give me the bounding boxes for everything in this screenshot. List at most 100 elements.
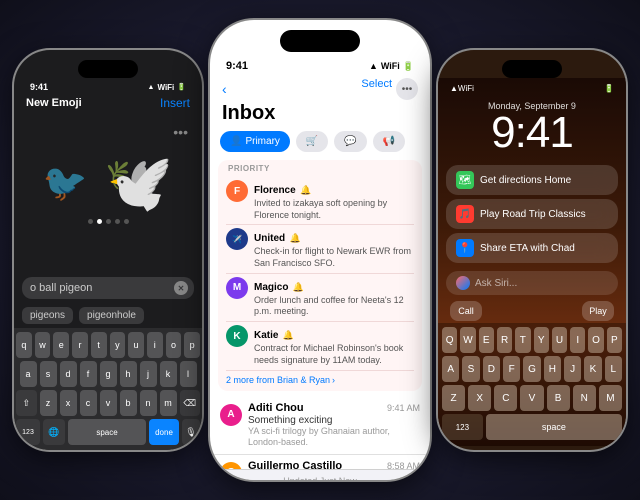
key-m[interactable]: m: [160, 390, 177, 416]
key-a[interactable]: a: [20, 361, 37, 387]
priority-emoji-florence: 🔔: [300, 185, 311, 195]
key-k[interactable]: k: [160, 361, 177, 387]
lk-key-e[interactable]: E: [479, 327, 494, 353]
key-space[interactable]: space: [68, 419, 146, 445]
lk-key-space[interactable]: space: [486, 414, 622, 440]
search-bar[interactable]: o ball pigeon ✕: [22, 277, 194, 299]
siri-eta-label: Share ETA with Chad: [480, 243, 575, 254]
key-n[interactable]: n: [140, 390, 157, 416]
lk-key-f[interactable]: F: [503, 356, 520, 382]
mail-preview-aditi: YA sci-fi trilogy by Ghanaian author, Lo…: [248, 426, 420, 449]
lk-key-i[interactable]: I: [570, 327, 585, 353]
tab-shopping[interactable]: 🛒: [296, 131, 328, 152]
lk-key-m[interactable]: M: [599, 385, 622, 411]
lk-key-r[interactable]: R: [497, 327, 512, 353]
key-e[interactable]: e: [53, 332, 69, 358]
lk-key-123[interactable]: 123: [442, 414, 483, 440]
siri-eta-item[interactable]: 📍 Share ETA with Chad: [446, 233, 618, 263]
lk-key-o[interactable]: O: [588, 327, 603, 353]
suggestion-pigeonhole[interactable]: pigeonhole: [79, 307, 144, 324]
key-backspace[interactable]: ⌫: [180, 390, 201, 416]
key-done[interactable]: done: [149, 419, 179, 445]
key-j[interactable]: j: [140, 361, 157, 387]
key-r[interactable]: r: [72, 332, 88, 358]
mail-list: A Aditi Chou 9:41 AM Something exciting …: [210, 397, 430, 470]
key-mic[interactable]: 🎙: [182, 419, 200, 445]
priority-item-united[interactable]: ✈️ United 🔔 Check-in for flight to Newar…: [226, 225, 414, 273]
lk-row-4: 123 space: [442, 414, 622, 440]
key-u[interactable]: u: [128, 332, 144, 358]
key-q[interactable]: q: [16, 332, 32, 358]
key-123[interactable]: 123: [16, 419, 40, 445]
lk-key-u[interactable]: U: [552, 327, 567, 353]
key-h[interactable]: h: [120, 361, 137, 387]
new-mail-icon[interactable]: ✉️: [401, 478, 418, 481]
priority-item-katie[interactable]: K Katie 🔔 Contract for Michael Robinson'…: [226, 322, 414, 370]
mail-item-guillermo[interactable]: G Guillermo Castillo 8:58 AM Check-in Ne…: [210, 455, 430, 469]
call-control[interactable]: Call: [450, 301, 482, 321]
tab-social[interactable]: 💬: [334, 131, 366, 152]
lk-key-j[interactable]: J: [564, 356, 581, 382]
key-l[interactable]: l: [180, 361, 197, 387]
center-battery: 🔋: [403, 61, 414, 72]
tab-promos[interactable]: 📢: [373, 131, 405, 152]
key-t[interactable]: t: [91, 332, 107, 358]
more-button[interactable]: •••: [396, 78, 418, 100]
key-w[interactable]: w: [35, 332, 51, 358]
mail-item-aditi[interactable]: A Aditi Chou 9:41 AM Something exciting …: [210, 397, 430, 455]
compose-icon[interactable]: ✏️: [222, 478, 239, 481]
key-y[interactable]: y: [110, 332, 126, 358]
lk-key-c[interactable]: C: [494, 385, 517, 411]
key-v[interactable]: v: [100, 390, 117, 416]
priority-item-magico[interactable]: M Magico 🔔 Order lunch and coffee for Ne…: [226, 274, 414, 322]
lk-key-d[interactable]: D: [483, 356, 500, 382]
lk-key-q[interactable]: Q: [442, 327, 457, 353]
siri-music-item[interactable]: 🎵 Play Road Trip Classics: [446, 199, 618, 229]
siri-directions-item[interactable]: 🗺 Get directions Home: [446, 165, 618, 195]
key-f[interactable]: f: [80, 361, 97, 387]
lk-key-x[interactable]: X: [468, 385, 491, 411]
select-button[interactable]: Select: [361, 78, 392, 100]
dot-2: [97, 219, 102, 224]
priority-item-florence[interactable]: F Florence 🔔 Invited to izakaya soft ope…: [226, 177, 414, 225]
lk-key-v[interactable]: V: [520, 385, 543, 411]
key-s[interactable]: s: [40, 361, 57, 387]
dynamic-island-center: [280, 30, 360, 52]
key-i[interactable]: i: [147, 332, 163, 358]
key-b[interactable]: b: [120, 390, 137, 416]
key-g[interactable]: g: [100, 361, 117, 387]
status-bar-left: 9:41 ▲ WiFi 🔋: [14, 78, 202, 94]
key-shift[interactable]: ⇧: [16, 390, 37, 416]
insert-button[interactable]: Insert: [160, 96, 190, 110]
key-z[interactable]: z: [40, 390, 57, 416]
key-emoji[interactable]: 🌐: [43, 419, 65, 445]
lk-key-w[interactable]: W: [460, 327, 475, 353]
lk-key-y[interactable]: Y: [534, 327, 549, 353]
lk-key-p[interactable]: P: [607, 327, 622, 353]
lk-key-b[interactable]: B: [547, 385, 570, 411]
lk-key-t[interactable]: T: [515, 327, 530, 353]
key-p[interactable]: p: [184, 332, 200, 358]
lk-key-n[interactable]: N: [573, 385, 596, 411]
ask-siri-bar[interactable]: Ask Siri...: [446, 271, 618, 295]
lk-key-s[interactable]: S: [462, 356, 479, 382]
lk-key-z[interactable]: Z: [442, 385, 465, 411]
key-o[interactable]: o: [166, 332, 182, 358]
search-text: o ball pigeon: [30, 282, 170, 294]
more-dots[interactable]: •••: [173, 124, 188, 140]
tab-primary[interactable]: 👤 Primary: [220, 131, 290, 152]
lk-key-a[interactable]: A: [442, 356, 459, 382]
mail-back-button[interactable]: [222, 81, 227, 97]
lk-key-k[interactable]: K: [584, 356, 601, 382]
left-phone-content: New Emoji Insert ••• 🐦 🕊️ o ball pigeon …: [14, 94, 202, 450]
lk-key-h[interactable]: H: [544, 356, 561, 382]
lk-key-g[interactable]: G: [523, 356, 540, 382]
key-c[interactable]: c: [80, 390, 97, 416]
key-d[interactable]: d: [60, 361, 77, 387]
play-control[interactable]: Play: [582, 301, 614, 321]
lk-key-l[interactable]: L: [605, 356, 622, 382]
key-x[interactable]: x: [60, 390, 77, 416]
search-clear-button[interactable]: ✕: [174, 281, 188, 295]
more-count[interactable]: 2 more from Brian & Ryan ›: [226, 371, 414, 387]
suggestion-pigeons[interactable]: pigeons: [22, 307, 73, 324]
